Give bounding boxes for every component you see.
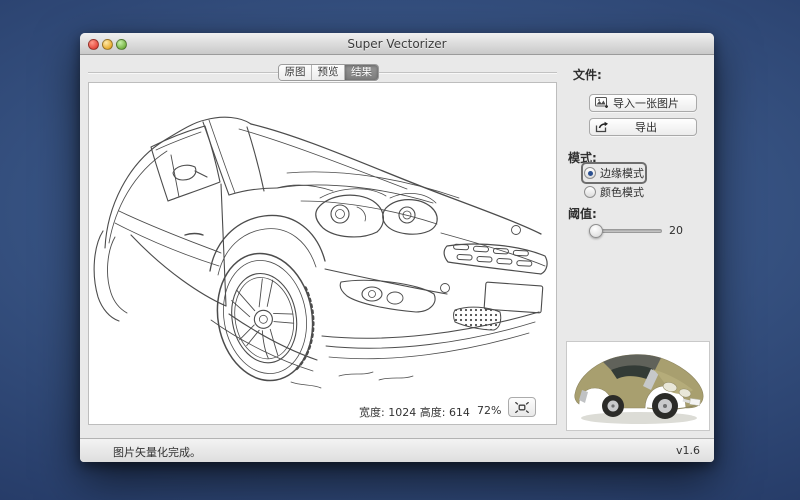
zoom-percent: 72% [477, 404, 501, 417]
import-button-label: 导入一张图片 [610, 95, 682, 111]
titlebar[interactable]: Super Vectorizer [80, 33, 714, 55]
export-button-label: 导出 [610, 119, 682, 135]
import-button[interactable]: 导入一张图片 [589, 94, 697, 112]
height-value: 614 [449, 406, 470, 419]
image-plus-icon [595, 97, 610, 109]
height-label: 高度: [420, 406, 446, 419]
result-canvas: 宽度: 1024 高度: 614 72% [88, 82, 557, 425]
car-line-drawing [89, 83, 556, 424]
width-label: 宽度: [359, 406, 385, 419]
slider-handle[interactable] [589, 224, 603, 238]
app-window: Super Vectorizer 原图 预览 结果 [80, 33, 714, 462]
tab-original[interactable]: 原图 [279, 65, 312, 80]
export-arrow-icon [595, 121, 610, 133]
edge-mode-label: 边缘模式 [600, 165, 644, 181]
view-tabs: 原图 预览 结果 [278, 64, 379, 81]
tab-preview[interactable]: 预览 [312, 65, 345, 80]
mode-heading: 模式: [568, 149, 597, 166]
width-value: 1024 [388, 406, 416, 419]
fit-button[interactable] [508, 397, 536, 417]
radio-selected-icon [584, 167, 596, 179]
tab-result[interactable]: 结果 [345, 65, 378, 80]
car-photo [567, 342, 709, 430]
version-label: v1.6 [676, 444, 700, 457]
threshold-slider[interactable] [590, 229, 662, 233]
status-bar: 图片矢量化完成。 v1.6 [80, 438, 714, 462]
export-button[interactable]: 导出 [589, 118, 697, 136]
threshold-heading: 阈值: [568, 205, 597, 222]
radio-color-mode[interactable]: 颜色模式 [584, 184, 644, 200]
radio-unselected-icon [584, 186, 596, 198]
color-mode-label: 颜色模式 [600, 184, 644, 200]
source-thumbnail [566, 341, 710, 431]
status-message: 图片矢量化完成。 [113, 444, 201, 460]
radio-edge-mode[interactable]: 边缘模式 [584, 165, 644, 181]
threshold-value: 20 [669, 224, 683, 237]
window-title: Super Vectorizer [80, 37, 714, 51]
file-heading: 文件: [573, 66, 602, 83]
fit-to-screen-icon [515, 402, 529, 413]
